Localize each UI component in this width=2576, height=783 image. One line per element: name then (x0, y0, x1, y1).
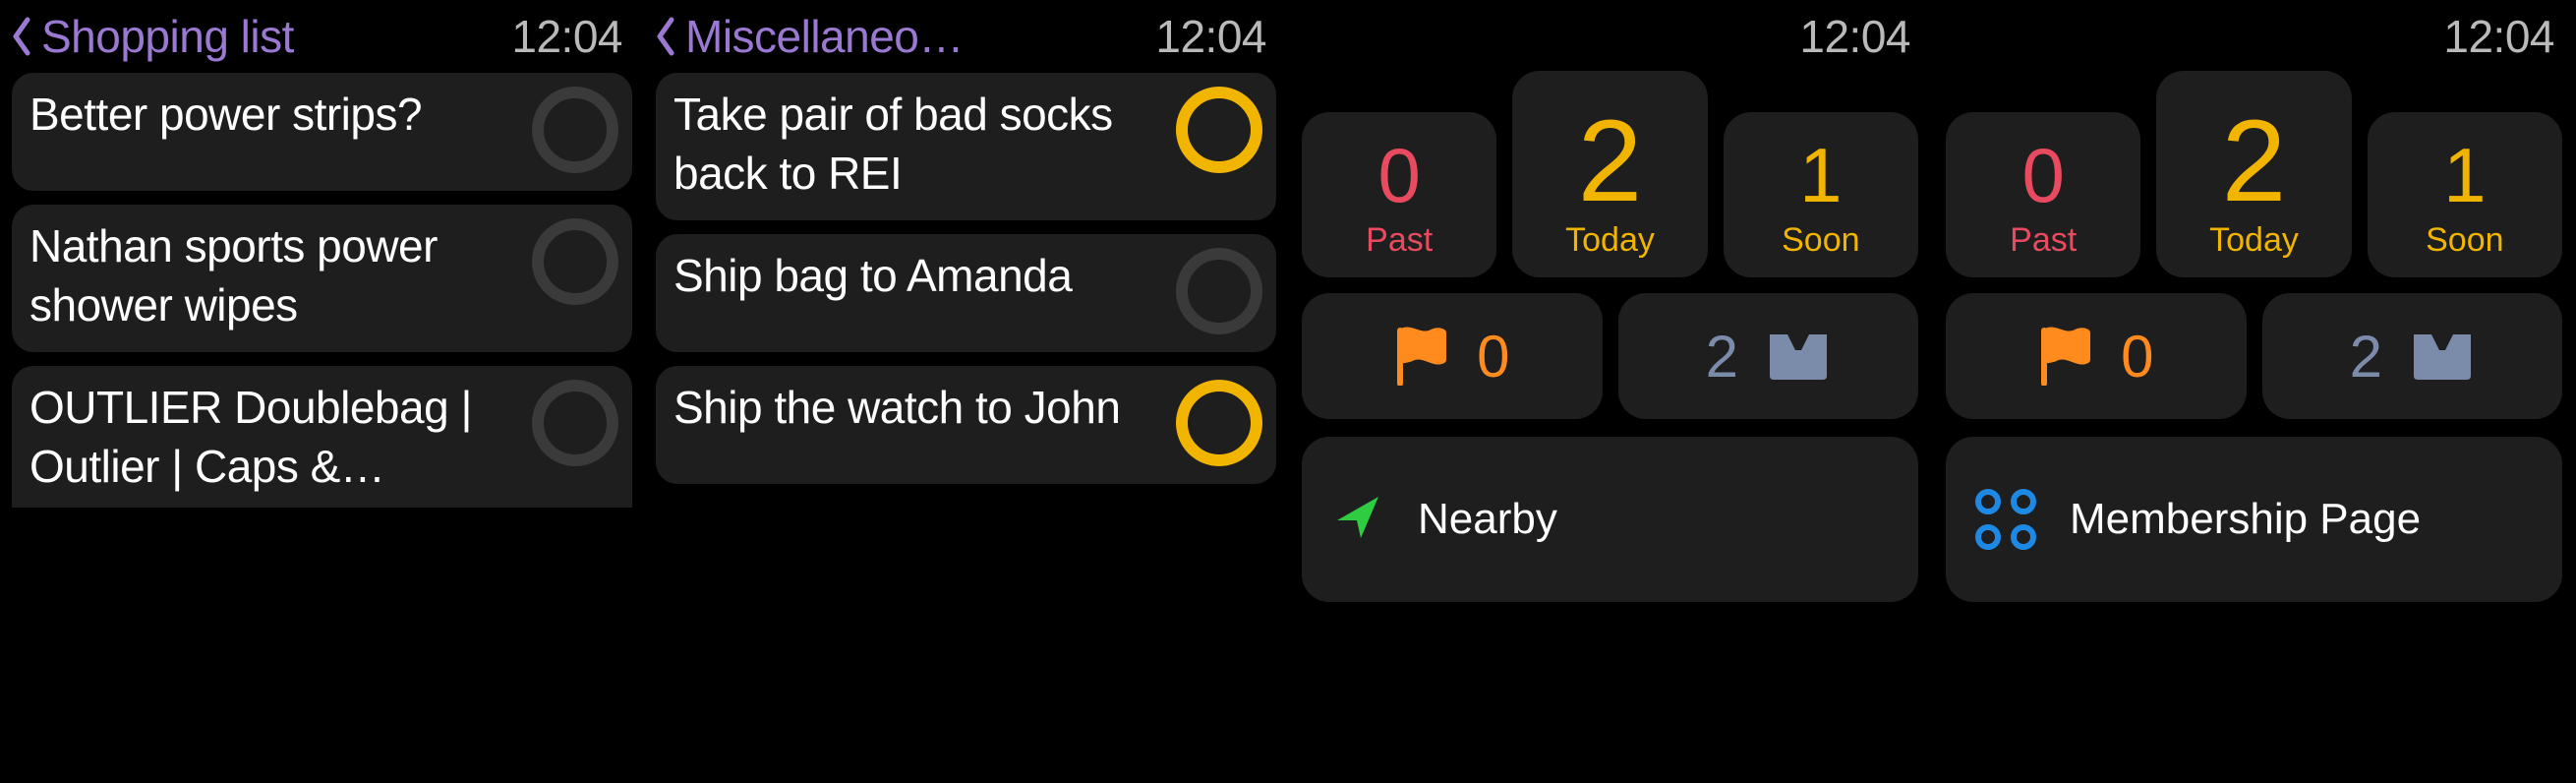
task-text: Ship the watch to John (673, 378, 1176, 437)
list-item[interactable]: Ship the watch to John (656, 366, 1276, 484)
task-text: Ship bag to Amanda (673, 246, 1176, 305)
flag-icon (1394, 327, 1449, 386)
mid-row: 0 2 (1946, 293, 2562, 419)
list-item[interactable]: Ship bag to Amanda (656, 234, 1276, 352)
task-list: Better power strips? Nathan sports power… (0, 73, 644, 508)
clock: 12:04 (1799, 10, 1910, 63)
back-button[interactable]: Shopping list (8, 10, 294, 63)
back-button[interactable]: Miscellaneo… (652, 10, 964, 63)
task-text: Take pair of bad socks back to REI (673, 85, 1176, 203)
bottom-row: Membership Page (1946, 437, 2562, 602)
stat-label: Today (2209, 221, 2299, 260)
stat-value: 2 (2222, 103, 2287, 219)
chevron-left-icon (652, 15, 679, 58)
nearby-button[interactable]: Nearby (1302, 437, 1918, 602)
stat-today[interactable]: 2 Today (1512, 71, 1707, 277)
flagged-button[interactable]: 0 (1946, 293, 2247, 419)
complete-toggle[interactable] (532, 218, 618, 305)
mid-row: 0 2 (1302, 293, 1918, 419)
chevron-left-icon (8, 15, 35, 58)
task-list: Take pair of bad socks back to REI Ship … (644, 73, 1288, 484)
header: 12:04 (1932, 0, 2576, 73)
nearby-label: Nearby (1418, 494, 1557, 545)
dashboard: 0 Past 2 Today 1 Soon 0 (1288, 71, 1932, 602)
complete-toggle[interactable] (532, 87, 618, 173)
stat-value: 1 (1799, 137, 1842, 213)
flagged-count: 0 (2121, 323, 2153, 391)
flag-icon (2038, 327, 2093, 386)
complete-toggle[interactable] (1176, 248, 1262, 334)
list-item[interactable]: Take pair of bad socks back to REI (656, 73, 1276, 220)
bottom-row: Nearby (1302, 437, 1918, 602)
flagged-button[interactable]: 0 (1302, 293, 1603, 419)
list-item[interactable]: OUTLIER Doublebag | Outlier | Caps &… (12, 366, 632, 508)
header: 12:04 (1288, 0, 1932, 73)
stat-past[interactable]: 0 Past (1302, 112, 1496, 277)
inbox-count: 2 (1706, 323, 1738, 391)
stat-value: 0 (1377, 137, 1420, 213)
screen-dashboard-membership: 12:04 0 Past 2 Today 1 Soon (1932, 0, 2576, 783)
stat-value: 2 (1578, 103, 1643, 219)
stat-label: Past (2010, 221, 2077, 260)
inbox-icon (2410, 331, 2475, 382)
stat-row: 0 Past 2 Today 1 Soon (1302, 71, 1918, 277)
clock: 12:04 (1155, 10, 1266, 63)
flagged-count: 0 (1477, 323, 1509, 391)
header: Miscellaneo… 12:04 (644, 0, 1288, 73)
header: Shopping list 12:04 (0, 0, 644, 73)
complete-toggle[interactable] (1176, 380, 1262, 466)
stat-today[interactable]: 2 Today (2156, 71, 2351, 277)
stat-label: Past (1366, 221, 1433, 260)
stat-soon[interactable]: 1 Soon (2368, 112, 2562, 277)
stat-soon[interactable]: 1 Soon (1724, 112, 1918, 277)
screen-miscellaneous: Miscellaneo… 12:04 Take pair of bad sock… (644, 0, 1288, 783)
list-item[interactable]: Nathan sports power shower wipes (12, 205, 632, 352)
screen-dashboard-nearby: 12:04 0 Past 2 Today 1 Soon (1288, 0, 1932, 783)
stat-value: 0 (2021, 137, 2064, 213)
complete-toggle[interactable] (532, 380, 618, 466)
inbox-icon (1766, 331, 1831, 382)
stat-label: Today (1565, 221, 1655, 260)
membership-button[interactable]: Membership Page (1946, 437, 2562, 602)
clock: 12:04 (2443, 10, 2554, 63)
page-title: Miscellaneo… (685, 10, 964, 63)
inbox-button[interactable]: 2 (2262, 293, 2563, 419)
task-text: Nathan sports power shower wipes (29, 216, 532, 334)
task-text: OUTLIER Doublebag | Outlier | Caps &… (29, 378, 532, 496)
task-text: Better power strips? (29, 85, 532, 144)
stat-row: 0 Past 2 Today 1 Soon (1946, 71, 2562, 277)
membership-label: Membership Page (2070, 494, 2421, 545)
stat-past[interactable]: 0 Past (1946, 112, 2140, 277)
inbox-button[interactable]: 2 (1618, 293, 1919, 419)
list-item[interactable]: Better power strips? (12, 73, 632, 191)
clock: 12:04 (511, 10, 622, 63)
stat-label: Soon (2426, 221, 2503, 260)
stat-label: Soon (1782, 221, 1859, 260)
location-arrow-icon (1331, 491, 1384, 549)
inbox-count: 2 (2350, 323, 2382, 391)
stat-value: 1 (2443, 137, 2486, 213)
complete-toggle[interactable] (1176, 87, 1262, 173)
page-title: Shopping list (41, 10, 294, 63)
dashboard: 0 Past 2 Today 1 Soon 0 (1932, 71, 2576, 602)
screen-shopping-list: Shopping list 12:04 Better power strips?… (0, 0, 644, 783)
four-dots-icon (1975, 489, 2036, 550)
